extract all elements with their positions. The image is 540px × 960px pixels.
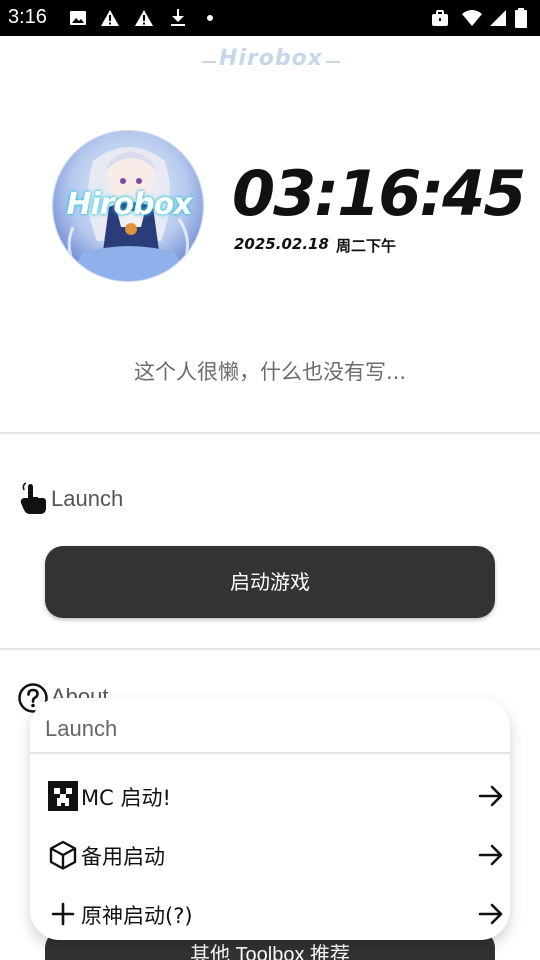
launch-popup-menu: Launch MC 启动! 备用启动 原神启动(?): [30, 698, 510, 940]
cube-icon: [47, 839, 79, 871]
avatar-watermark: Hirobox: [66, 187, 192, 222]
logo-dash: [326, 61, 340, 63]
wifi-icon: [462, 8, 482, 28]
image-icon: [68, 8, 88, 28]
arrow-right-icon: [477, 900, 505, 928]
clock-date: 2025.02.18: [234, 235, 329, 253]
warning-icon: [100, 8, 120, 28]
menu-item-label: 原神启动(?): [81, 904, 193, 928]
status-bar: 3:16: [0, 0, 540, 36]
battery-icon: [514, 8, 528, 28]
menu-item-label: MC 启动!: [81, 786, 171, 810]
warning-icon: [134, 8, 154, 28]
logo-dash: [202, 61, 216, 63]
logo-text: Hirobox: [219, 46, 323, 71]
arrow-right-icon: [477, 841, 505, 869]
menu-item-genshin-launch[interactable]: 原神启动(?): [30, 888, 510, 940]
menu-item-mc-launch[interactable]: MC 启动!: [30, 770, 510, 822]
creeper-icon: [47, 780, 79, 812]
pointer-hand-icon: [18, 482, 48, 516]
popup-divider: [30, 752, 510, 754]
section-divider: [0, 432, 540, 434]
briefcase-icon: [430, 8, 450, 28]
user-bio: 这个人很懒，什么也没有写...: [133, 360, 407, 384]
launch-section-label: Launch: [51, 486, 124, 511]
plus-icon: [47, 898, 79, 930]
start-game-button[interactable]: 启动游戏: [45, 546, 495, 618]
menu-item-backup-launch[interactable]: 备用启动: [30, 829, 510, 881]
clock-weekday: 周二下午: [336, 237, 397, 255]
download-icon: [168, 8, 188, 28]
clock-time: 03:16:45: [232, 157, 526, 230]
menu-item-label: 备用启动: [81, 845, 165, 869]
status-time: 3:16: [8, 6, 47, 28]
app-logo: Hirobox: [200, 46, 342, 76]
arrow-right-icon: [477, 782, 505, 810]
avatar[interactable]: Hirobox: [52, 130, 204, 282]
section-divider: [0, 648, 540, 650]
dot-icon: [200, 8, 220, 28]
popup-title: Launch: [45, 716, 118, 741]
signal-icon: [488, 8, 508, 28]
